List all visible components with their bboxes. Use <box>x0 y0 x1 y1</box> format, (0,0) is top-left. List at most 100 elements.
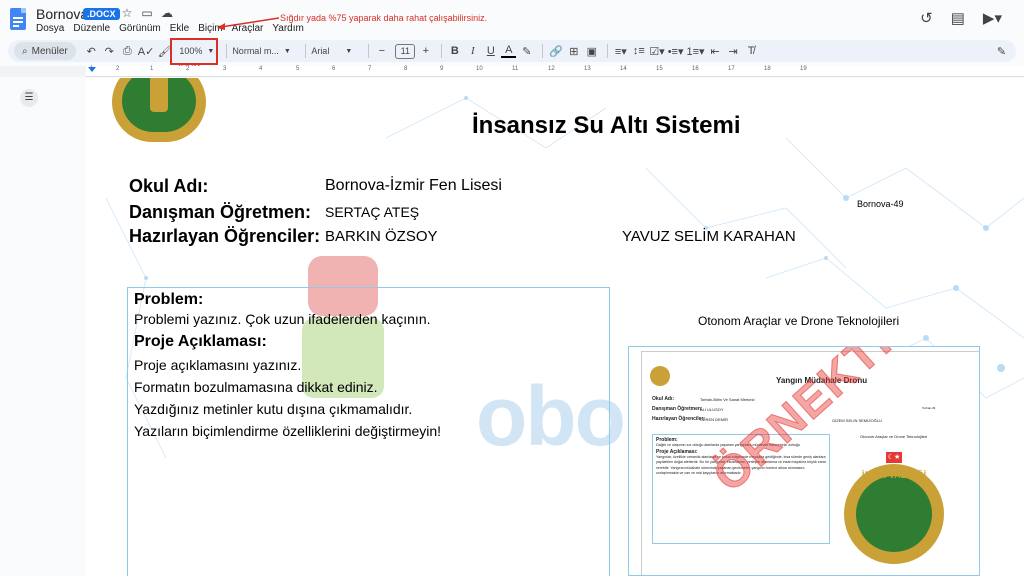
student-1[interactable]: BARKIN ÖZSOY <box>325 228 438 245</box>
ruler-tick: 14 <box>620 66 627 72</box>
star-icon[interactable]: ☆ <box>120 6 134 20</box>
project-text-box[interactable]: Problem: Problemi yazınız. Çok uzun ifad… <box>127 287 610 576</box>
clear-formatting-icon[interactable]: T̸ <box>744 42 759 60</box>
ruler-indent-marker[interactable] <box>88 67 96 72</box>
example-logo-icon <box>650 366 670 386</box>
cloud-status-icon[interactable]: ☁ <box>160 6 174 20</box>
ruler-tick: 6 <box>332 66 336 72</box>
school-label[interactable]: Okul Adı: <box>129 176 208 197</box>
style-value: Normal m... <box>232 46 279 56</box>
menus-search-label: Menüler <box>31 45 68 57</box>
school-seal-logo <box>112 78 206 142</box>
menu-view[interactable]: Görünüm <box>119 23 161 34</box>
ruler-tick: 18 <box>764 66 771 72</box>
ruler-tick: 5 <box>296 66 300 72</box>
example-students-label: Hazırlayan Öğrenciler: <box>652 416 706 422</box>
ruler-left-margin <box>0 66 86 77</box>
text-color-button[interactable]: A <box>501 44 517 58</box>
bold-button[interactable]: B <box>447 42 462 60</box>
description-line[interactable]: Proje açıklamasını yazınız. <box>134 357 603 373</box>
increase-indent-icon[interactable]: ⇥ <box>726 42 741 60</box>
insert-image-icon[interactable]: ▣ <box>584 42 599 60</box>
document-outline-icon[interactable]: ☰ <box>20 89 38 107</box>
advisor-label[interactable]: Danışman Öğretmen: <box>129 202 311 223</box>
toolbar-separator <box>542 44 544 58</box>
align-icon[interactable]: ≡▾ <box>613 42 628 60</box>
style-dropdown[interactable]: Normal m... ▼ <box>232 46 296 56</box>
example-poster-page: Yangın Müdahale Dronu Okul Adı: Torbalı-… <box>641 347 979 575</box>
advisor-value[interactable]: SERTAÇ ATEŞ <box>325 204 419 220</box>
toolbar-separator <box>607 44 609 58</box>
document-page[interactable]: obo İnsansız Su Altı Sistemi Okul Adı: B… <box>86 78 1024 576</box>
zoom-highlight-box <box>170 38 218 65</box>
example-student-2: GİZEM SELİN SEMİZOĞLU <box>832 418 883 423</box>
problem-text[interactable]: Problemi yazınız. Çok uzun ifadelerden k… <box>134 311 603 327</box>
problem-heading[interactable]: Problem: <box>134 291 603 309</box>
annotation-arrow <box>217 17 280 30</box>
example-school-value: Torbalı-Bilim Ve Sanat Merkezi <box>700 397 755 402</box>
ruler-tick: 9 <box>440 66 444 72</box>
meet-camera-icon[interactable]: ▶▾ <box>983 9 1002 27</box>
document-title[interactable]: Bornova <box>36 6 88 22</box>
ruler-tick: 12 <box>548 66 555 72</box>
category-title[interactable]: Otonom Araçlar ve Drone Teknolojileri <box>698 314 899 328</box>
example-advisor-value: ALİ ULUSOY <box>700 407 724 412</box>
docs-logo-icon[interactable] <box>10 8 26 30</box>
ruler-tick: 15 <box>656 66 663 72</box>
font-dropdown[interactable]: Arial ▼ <box>311 46 359 56</box>
menus-search[interactable]: ⌕ Menüler <box>14 42 76 60</box>
line-spacing-icon[interactable]: ↕≡ <box>631 42 646 60</box>
increase-font-size-icon[interactable]: + <box>418 42 433 60</box>
description-line[interactable]: Formatın bozulmamasına dikkat ediniz. <box>134 379 603 395</box>
description-line[interactable]: Yazıların biçimlendirme özelliklerini de… <box>134 423 603 439</box>
example-advisor-label: Danışman Öğretmen: <box>652 406 703 412</box>
checklist-icon[interactable]: ☑▾ <box>649 42 664 60</box>
menu-insert[interactable]: Ekle <box>170 23 189 34</box>
print-icon[interactable]: ⎙ <box>120 42 135 60</box>
underline-button[interactable]: U <box>483 42 498 60</box>
decrease-font-size-icon[interactable]: − <box>374 42 389 60</box>
decrease-indent-icon[interactable]: ⇤ <box>708 42 723 60</box>
ruler-tick: 7 <box>368 66 372 72</box>
link-icon[interactable]: 🔗 <box>548 42 563 60</box>
student-2[interactable]: YAVUZ SELİM KARAHAN <box>622 228 796 245</box>
project-code[interactable]: Bornova-49 <box>857 199 904 209</box>
left-panel <box>0 78 86 576</box>
add-comment-icon[interactable]: ⊞ <box>566 42 581 60</box>
spellcheck-icon[interactable]: A✓ <box>138 42 155 60</box>
toolbar-separator <box>368 44 370 58</box>
history-icon[interactable]: ↺ <box>920 9 933 27</box>
example-student-1: CEREN DEMİR <box>700 417 729 422</box>
font-value: Arial <box>311 46 330 56</box>
example-poster-image[interactable]: Yangın Müdahale Dronu Okul Adı: Torbalı-… <box>628 346 980 576</box>
menu-edit[interactable]: Düzenle <box>73 23 110 34</box>
seal-text: İZMİR VALİLİĞİ <box>861 470 927 480</box>
move-folder-icon[interactable]: ▭ <box>140 6 154 20</box>
bulleted-list-icon[interactable]: •≡▾ <box>668 42 684 60</box>
numbered-list-icon[interactable]: 1≡▾ <box>687 42 705 60</box>
docx-badge: .DOCX <box>83 8 120 20</box>
project-title[interactable]: İnsansız Su Altı Sistemi <box>472 112 741 140</box>
font-size-input[interactable]: 11 <box>395 43 416 59</box>
ruler-tick: 13 <box>584 66 591 72</box>
ruler-tick: 11 <box>512 66 519 72</box>
title-bar: Bornova .DOCX ☆ ▭ ☁ Dosya Düzenle Görünü… <box>0 0 1024 40</box>
example-school-label: Okul Adı: <box>652 396 675 402</box>
chevron-down-icon: ▼ <box>283 47 291 55</box>
menu-file[interactable]: Dosya <box>36 23 64 34</box>
ruler-tick: 1 <box>150 66 154 72</box>
redo-icon[interactable]: ↷ <box>102 42 117 60</box>
undo-icon[interactable]: ↶ <box>84 42 99 60</box>
comments-icon[interactable]: ▤ <box>951 9 965 27</box>
description-line[interactable]: Yazdığınız metinler kutu dışına çıkmamal… <box>134 401 603 417</box>
turkish-flag-icon: ☾★ <box>886 452 902 463</box>
ruler-tick: 2 <box>186 66 190 72</box>
italic-button[interactable]: I <box>465 42 480 60</box>
ruler[interactable]: 1 2 1 2 3 4 5 6 7 8 9 10 11 12 13 14 15 … <box>86 66 1024 77</box>
students-label[interactable]: Hazırlayan Öğrenciler: <box>129 226 320 247</box>
ruler-tick: 16 <box>692 66 699 72</box>
highlight-icon[interactable]: ✎ <box>519 42 534 60</box>
school-value[interactable]: Bornova-İzmir Fen Lisesi <box>325 177 502 195</box>
description-heading[interactable]: Proje Açıklaması: <box>134 333 603 351</box>
edit-mode-icon[interactable]: ✎ <box>994 42 1009 60</box>
